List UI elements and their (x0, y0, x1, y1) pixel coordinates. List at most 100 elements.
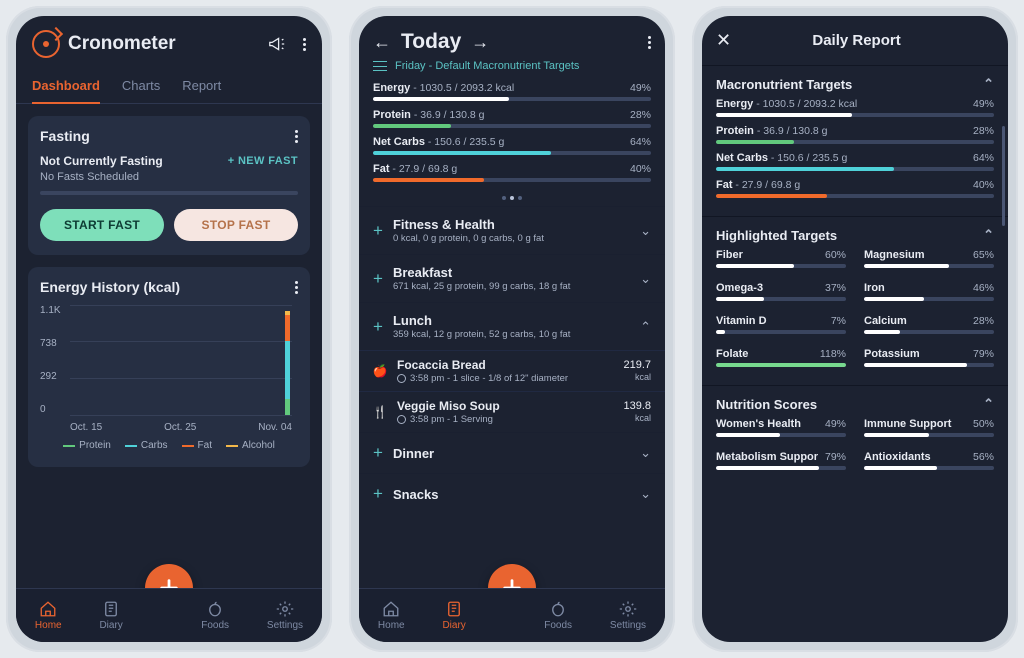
section-highlights-header[interactable]: Highlighted Targets ⌃ (702, 217, 1008, 249)
nav-foods[interactable]: Foods (544, 600, 572, 631)
legend-fat: Fat (198, 440, 212, 451)
diary-date[interactable]: Today (401, 30, 461, 54)
diary-more-icon[interactable] (648, 36, 651, 49)
macro-row: Fat - 27.9 / 69.8 g40% (716, 179, 994, 198)
nav-home[interactable]: Home (35, 600, 62, 631)
nav-label: Settings (267, 620, 303, 631)
fasting-more-icon[interactable] (295, 130, 298, 143)
next-day-button[interactable]: → (471, 32, 489, 53)
chevron-up-icon: ⌃ (983, 396, 994, 412)
section-macros-header[interactable]: Macronutrient Targets ⌃ (702, 66, 1008, 98)
target-row: Folate118% (716, 348, 846, 367)
fasting-title: Fasting (40, 128, 90, 144)
macro-row: Net Carbs - 150.6 / 235.5 g64% (716, 152, 994, 171)
diary-group: + Lunch359 kcal, 12 g protein, 52 g carb… (359, 302, 665, 432)
group-header[interactable]: + Lunch359 kcal, 12 g protein, 52 g carb… (359, 303, 665, 350)
add-to-group-icon[interactable]: + (373, 221, 383, 241)
add-to-group-icon[interactable]: + (373, 317, 383, 337)
nav-diary[interactable]: Diary (99, 600, 122, 631)
group-header[interactable]: + Snacks ⌄ (359, 474, 665, 514)
cutlery-icon: 🍴 (371, 405, 389, 419)
app-name: Cronometer (68, 33, 176, 55)
announcement-icon[interactable] (267, 36, 287, 52)
nav-label: Home (378, 620, 405, 631)
diary-subtitle[interactable]: Friday - Default Macronutrient Targets (395, 60, 579, 72)
macro-summary: Energy - 1030.5 / 2093.2 kcal49% Protein… (359, 80, 665, 194)
apple-icon: 🍎 (371, 364, 389, 378)
energy-more-icon[interactable] (295, 281, 298, 294)
stop-fast-button[interactable]: STOP FAST (174, 209, 298, 241)
macro-row: Fat - 27.9 / 69.8 g40% (373, 163, 651, 182)
target-row: Antioxidants56% (864, 451, 994, 470)
group-header[interactable]: + Fitness & Health0 kcal, 0 g protein, 0… (359, 207, 665, 254)
clock-icon (397, 415, 406, 424)
ytick: 738 (40, 338, 61, 349)
nav-settings[interactable]: Settings (267, 600, 303, 631)
section-scores-header[interactable]: Nutrition Scores ⌃ (702, 386, 1008, 418)
new-fast-link[interactable]: + NEW FAST (228, 155, 298, 167)
nav-label: Diary (442, 620, 465, 631)
legend-carbs: Carbs (141, 440, 168, 451)
energy-history-title: Energy History (kcal) (40, 279, 180, 295)
xtick: Nov. 04 (258, 422, 292, 433)
chevron-up-icon: ⌃ (983, 227, 994, 243)
ytick: 292 (40, 371, 61, 382)
app-brand: Cronometer (32, 30, 176, 58)
xtick: Oct. 25 (164, 422, 196, 433)
nav-foods[interactable]: Foods (201, 600, 229, 631)
group-header[interactable]: + Breakfast671 kcal, 25 g protein, 99 g … (359, 255, 665, 302)
ytick: 0 (40, 404, 61, 415)
xtick: Oct. 15 (70, 422, 102, 433)
add-to-group-icon[interactable]: + (373, 269, 383, 289)
macro-row: Energy - 1030.5 / 2093.2 kcal49% (373, 82, 651, 101)
target-row: Vitamin D7% (716, 315, 846, 334)
target-row: Women's Health49% (716, 418, 846, 437)
section-title: Highlighted Targets (716, 228, 837, 243)
nav-label: Diary (99, 620, 122, 631)
fasting-schedule: No Fasts Scheduled (40, 171, 298, 183)
chevron-icon: ⌄ (640, 445, 651, 461)
diary-group: + Snacks ⌄ (359, 473, 665, 514)
fasting-card: Fasting Not Currently Fasting + NEW FAST… (28, 116, 310, 255)
chevron-icon: ⌄ (640, 271, 651, 287)
target-row: Magnesium65% (864, 249, 994, 268)
diary-group: + Fitness & Health0 kcal, 0 g protein, 0… (359, 206, 665, 254)
close-report-button[interactable]: ✕ (716, 30, 731, 51)
bottom-nav: Home Diary . Foods Settings (359, 588, 665, 642)
add-to-group-icon[interactable]: + (373, 443, 383, 463)
tab-dashboard[interactable]: Dashboard (32, 70, 100, 103)
legend-alcohol: Alcohol (242, 440, 275, 451)
nav-label: Foods (544, 620, 572, 631)
energy-history-card: Energy History (kcal) 1.1K 738 292 0 (28, 267, 310, 467)
scroll-indicator[interactable] (1002, 126, 1005, 226)
target-row: Metabolism Suppor79% (716, 451, 846, 470)
cronometer-logo-icon (32, 30, 60, 58)
report-title: Daily Report (743, 32, 970, 49)
diary-menu-icon[interactable] (373, 61, 387, 71)
tab-charts[interactable]: Charts (122, 70, 160, 103)
nav-home[interactable]: Home (378, 600, 405, 631)
diary-item[interactable]: 🍎 Focaccia Bread 3:58 pm - 1 slice - 1/8… (359, 350, 665, 391)
add-to-group-icon[interactable]: + (373, 484, 383, 504)
tab-report[interactable]: Report (182, 70, 221, 103)
nav-settings[interactable]: Settings (610, 600, 646, 631)
nav-label: Foods (201, 620, 229, 631)
macro-row: Protein - 36.9 / 130.8 g28% (716, 125, 994, 144)
screen1-tabs: Dashboard Charts Report (16, 64, 322, 104)
target-row: Fiber60% (716, 249, 846, 268)
macro-pager-dots[interactable] (359, 194, 665, 206)
target-row: Immune Support50% (864, 418, 994, 437)
macro-row: Net Carbs - 150.6 / 235.5 g64% (373, 136, 651, 155)
group-header[interactable]: + Dinner ⌄ (359, 433, 665, 473)
diary-group: + Dinner ⌄ (359, 432, 665, 473)
more-icon[interactable] (303, 38, 306, 51)
diary-item[interactable]: 🍴 Veggie Miso Soup 3:58 pm - 1 Serving 1… (359, 391, 665, 432)
start-fast-button[interactable]: START FAST (40, 209, 164, 241)
target-row: Calcium28% (864, 315, 994, 334)
ytick: 1.1K (40, 305, 61, 316)
target-row: Omega-337% (716, 282, 846, 301)
prev-day-button[interactable]: ← (373, 32, 391, 53)
section-title: Macronutrient Targets (716, 77, 852, 92)
nav-diary[interactable]: Diary (442, 600, 465, 631)
target-row: Potassium79% (864, 348, 994, 367)
